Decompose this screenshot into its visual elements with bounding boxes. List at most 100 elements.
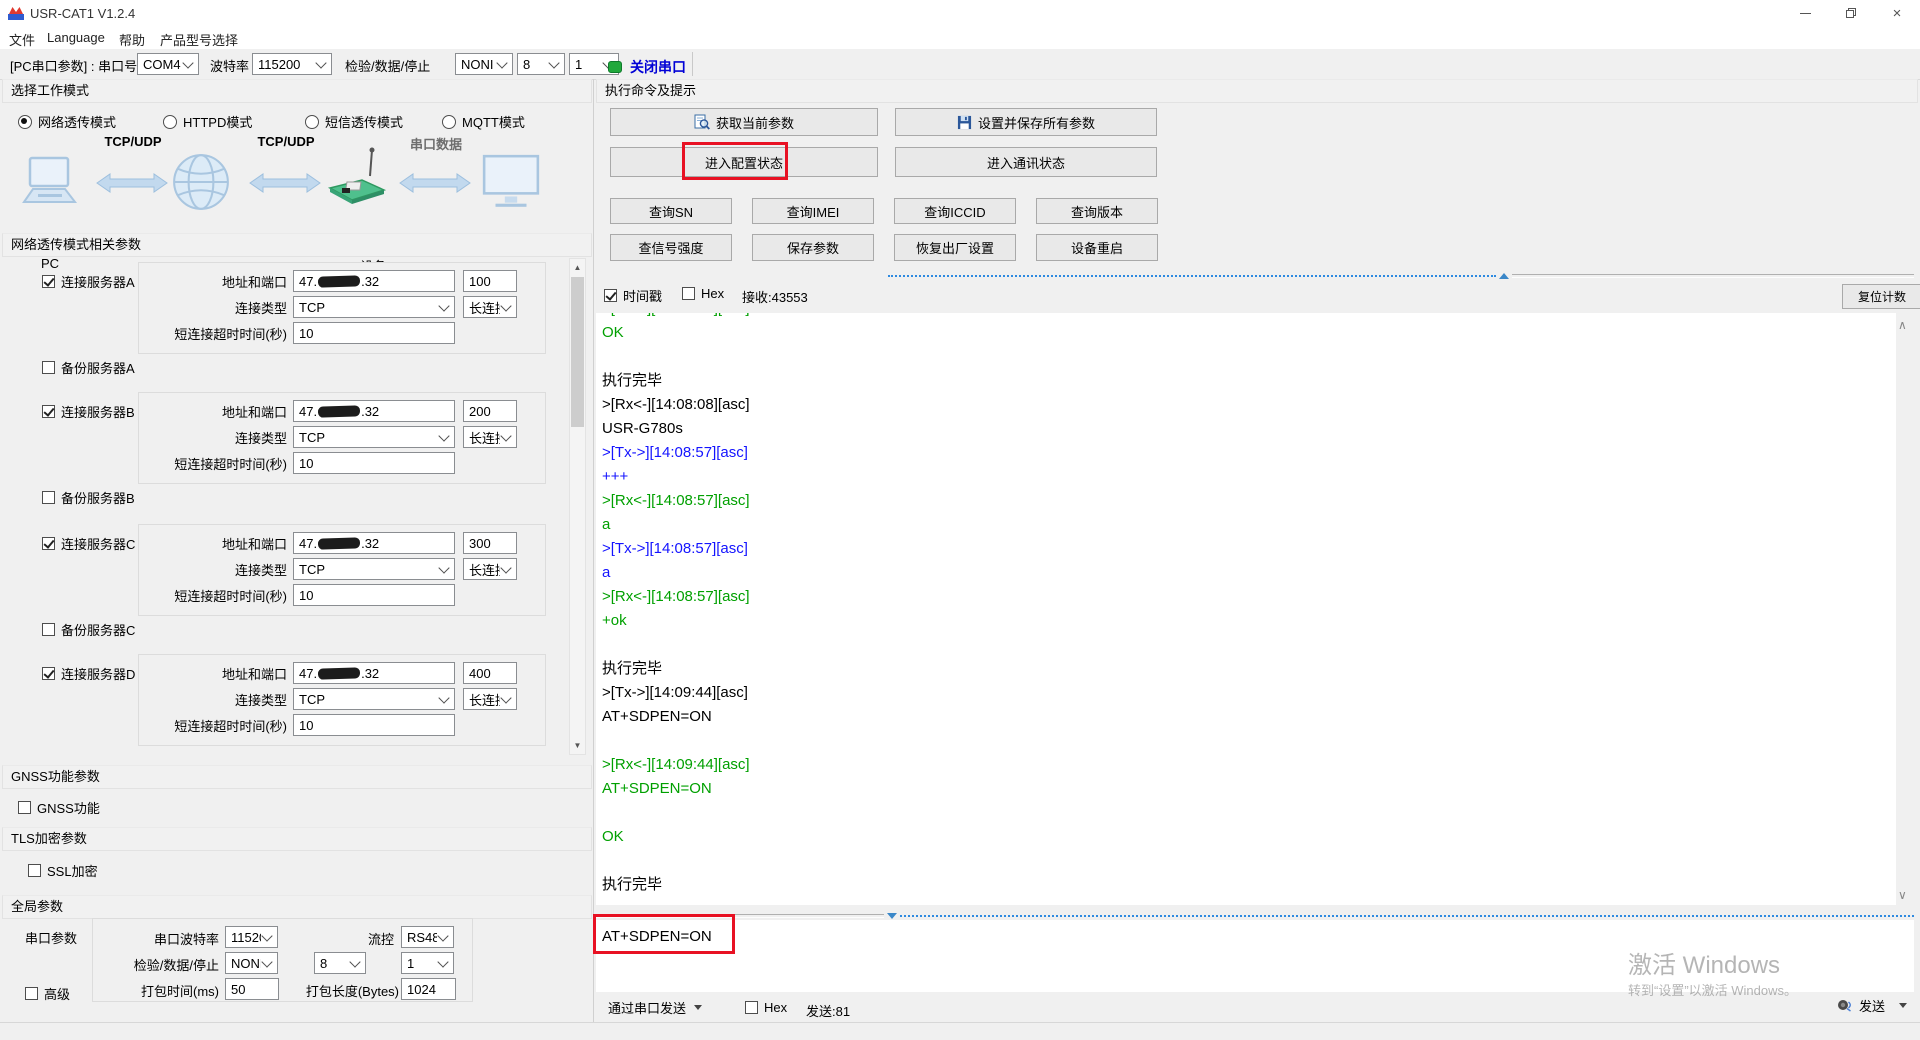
radio-net-transparent-mode[interactable]: 网络透传模式 (18, 112, 116, 131)
server-d-address-input[interactable]: 47. .32 (293, 662, 455, 684)
restore-button[interactable] (1828, 0, 1874, 26)
close-button[interactable]: × (1874, 0, 1920, 26)
query-version-button[interactable]: 查询版本 (1036, 198, 1158, 224)
server-b-keepalive-select[interactable]: 长连接 (463, 426, 517, 448)
server-a-timeout-input[interactable]: 10 (293, 322, 455, 344)
com-port-select[interactable]: COM4 (137, 53, 199, 75)
connect-server-a-checkbox[interactable]: 连接服务器A (42, 272, 135, 291)
serial-stopbits-select[interactable]: 1 (401, 952, 454, 974)
server-b-timeout-input[interactable]: 10 (293, 452, 455, 474)
log-scroll-up-icon[interactable]: ∧ (1898, 319, 1907, 331)
server-d-timeout-input[interactable]: 10 (293, 714, 455, 736)
backup-server-a-checkbox[interactable]: 备份服务器A (42, 358, 135, 377)
timestamp-checkbox[interactable]: 时间戳 (604, 286, 662, 305)
parity-select[interactable]: NONI (455, 53, 513, 75)
server-c-timeout-input[interactable]: 10 (293, 584, 455, 606)
serial-baud-select[interactable]: 115200 (225, 926, 278, 948)
advanced-checkbox[interactable]: 高级 (25, 984, 70, 1003)
set-save-params-button[interactable]: 设置并保存所有参数 (895, 108, 1157, 136)
server-d-port-input[interactable]: 400 (463, 662, 517, 684)
flow-control-label: 流控 (367, 932, 394, 947)
ssl-enable-checkbox[interactable]: SSL加密 (28, 861, 98, 880)
splitter-collapse-icon[interactable] (1499, 273, 1509, 279)
menu-language[interactable]: Language (47, 30, 105, 45)
factory-reset-button[interactable]: 恢复出厂设置 (894, 234, 1016, 261)
query-sn-button[interactable]: 查询SN (610, 198, 732, 224)
query-signal-button[interactable]: 查信号强度 (610, 234, 732, 261)
chevron-down-icon (438, 561, 450, 574)
addr-port-label: 地址和端口 (221, 666, 287, 682)
send-top-splitter[interactable] (596, 912, 1914, 920)
radio-sms-transparent-mode[interactable]: 短信透传模式 (305, 112, 403, 131)
log-top-splitter[interactable] (596, 272, 1914, 280)
scroll-down-icon[interactable]: ▼ (570, 738, 585, 753)
send-via-serial-dropdown[interactable]: 通过串口发送 (608, 998, 703, 1017)
pack-time-input[interactable]: 50 (225, 978, 279, 1000)
server-b-type-select[interactable]: TCP (293, 426, 455, 448)
baud-select[interactable]: 115200 (252, 53, 332, 75)
radio-mqtt-mode[interactable]: MQTT模式 (442, 112, 525, 131)
addr-port-label: 地址和端口 (221, 536, 287, 552)
databits-select[interactable]: 8 (517, 53, 565, 75)
server-c-type-select[interactable]: TCP (293, 558, 455, 580)
chevron-down-icon (694, 1005, 703, 1010)
pack-length-label: 打包长度(Bytes) (305, 984, 399, 999)
link-label: TCP/UDP (257, 134, 315, 149)
server-d-block: 连接服务器D 地址和端口 47..32 400 连接类型 TCP 长连接 短连接… (0, 654, 568, 746)
serial-databits-select[interactable]: 8 (314, 952, 366, 974)
query-iccid-button[interactable]: 查询ICCID (894, 198, 1016, 224)
menu-file[interactable]: 文件 (9, 30, 35, 49)
connect-server-d-checkbox[interactable]: 连接服务器D (42, 664, 135, 683)
server-c-port-input[interactable]: 300 (463, 532, 517, 554)
server-b-address-input[interactable]: 47. .32 (293, 400, 455, 422)
log-scroll-down-icon[interactable]: ∨ (1898, 889, 1907, 901)
serial-parity-select[interactable]: NONE (225, 952, 278, 974)
device-restart-button[interactable]: 设备重启 (1036, 234, 1158, 261)
server-params-scroll-area: 连接服务器A 地址和端口 47..32 100 连接类型 TCP 长连接 短连接… (0, 258, 568, 755)
conn-type-label: 连接类型 (234, 430, 287, 446)
splitter-collapse-icon[interactable] (887, 913, 897, 919)
server-c-keepalive-select[interactable]: 长连接 (463, 558, 517, 580)
doc-search-icon (694, 114, 710, 130)
backup-server-c-checkbox[interactable]: 备份服务器C (42, 620, 135, 639)
menu-product-model[interactable]: 产品型号选择 (160, 30, 238, 49)
query-imei-button[interactable]: 查询IMEI (752, 198, 874, 224)
server-a-port-input[interactable]: 100 (463, 270, 517, 292)
minimize-button[interactable] (1782, 0, 1828, 26)
log-line: 执行完毕 (602, 660, 663, 677)
flow-control-select[interactable]: RS485 (401, 926, 454, 948)
scrollbar-thumb[interactable] (571, 277, 584, 427)
radio-httpd-mode[interactable]: HTTPD模式 (163, 112, 252, 131)
server-c-address-input[interactable]: 47. .32 (293, 532, 455, 554)
log-output[interactable]: >[Rx<-][14:08:06][asc] OK 执行完毕 >[Rx<-][14:… (596, 313, 1896, 905)
short-conn-timeout-label: 短连接超时时间(秒) (174, 456, 287, 472)
serial-baud-label: 串口波特率 (153, 932, 219, 947)
server-d-type-select[interactable]: TCP (293, 688, 455, 710)
server-a-keepalive-select[interactable]: 长连接 (463, 296, 517, 318)
send-input-value[interactable]: AT+SDPEN=ON (596, 920, 1914, 945)
save-params-button[interactable]: 保存参数 (752, 234, 874, 261)
close-port-button[interactable]: 关闭串口 (608, 57, 686, 77)
backup-server-b-checkbox[interactable]: 备份服务器B (42, 488, 135, 507)
pack-length-input[interactable]: 1024 (401, 978, 456, 1000)
server-b-port-input[interactable]: 200 (463, 400, 517, 422)
gnss-enable-checkbox[interactable]: GNSS功能 (18, 798, 100, 817)
log-hex-checkbox[interactable]: Hex (682, 286, 724, 301)
menu-help[interactable]: 帮助 (119, 30, 145, 49)
enter-config-button[interactable]: 进入配置状态 (610, 147, 878, 177)
connect-server-c-checkbox[interactable]: 连接服务器C (42, 534, 135, 553)
splitter-groove (1512, 274, 1914, 278)
connect-server-b-checkbox[interactable]: 连接服务器B (42, 402, 135, 421)
server-a-address-input[interactable]: 47. .32 (293, 270, 455, 292)
enter-comm-button[interactable]: 进入通讯状态 (895, 147, 1157, 177)
send-hex-checkbox[interactable]: Hex (745, 1000, 787, 1015)
send-button[interactable]: 发送 (1836, 996, 1908, 1015)
get-params-button[interactable]: 获取当前参数 (610, 108, 878, 136)
reset-count-button[interactable]: 复位计数 (1842, 284, 1920, 309)
scroll-up-icon[interactable]: ▲ (570, 260, 585, 275)
params-scrollbar[interactable]: ▲ ▼ (569, 258, 586, 755)
server-a-type-select[interactable]: TCP (293, 296, 455, 318)
server-d-keepalive-select[interactable]: 长连接 (463, 688, 517, 710)
